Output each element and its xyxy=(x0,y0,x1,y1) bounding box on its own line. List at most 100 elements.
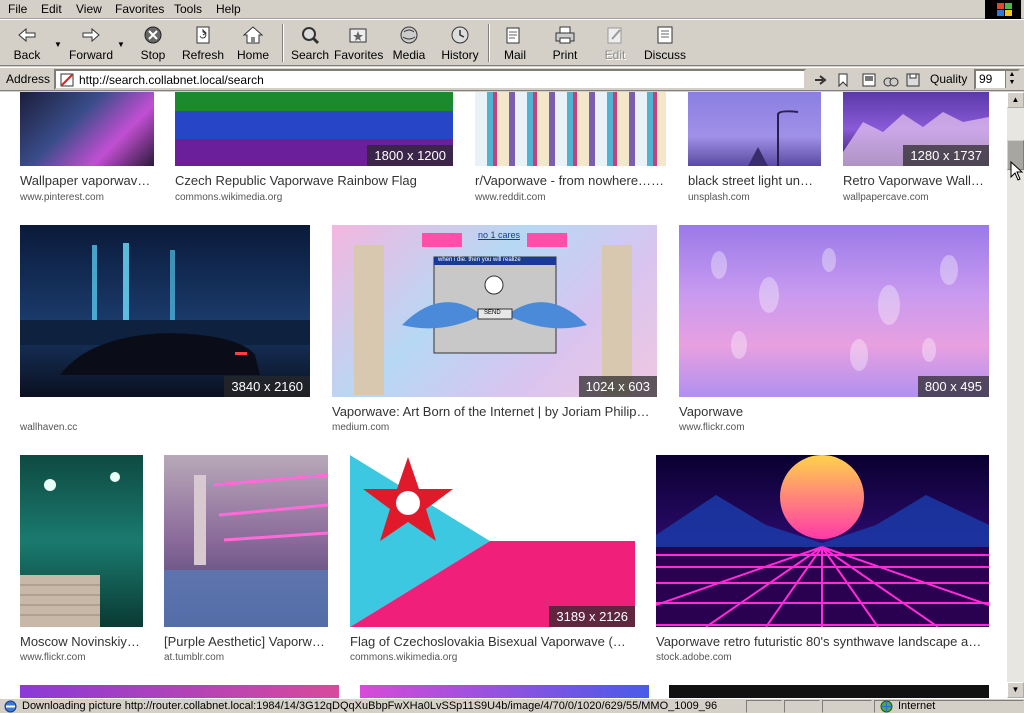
result-tile[interactable]: Wallpaper vaporwave… www.pinterest.com xyxy=(20,92,154,207)
edit-button[interactable]: Edit xyxy=(598,23,632,65)
discuss-button[interactable]: Discuss xyxy=(644,23,686,65)
result-source[interactable]: medium.com xyxy=(332,422,389,433)
search-icon xyxy=(302,27,320,45)
menu-file[interactable]: File xyxy=(8,2,27,16)
result-tile[interactable]: 1800 x 1200 Czech Republic Vaporwave Rai… xyxy=(175,92,453,207)
scroll-up-icon[interactable]: ▲ xyxy=(1007,92,1024,108)
back-dropdown-icon[interactable]: ▼ xyxy=(54,40,62,49)
result-thumbnail[interactable] xyxy=(475,92,666,166)
result-thumbnail[interactable] xyxy=(20,455,143,627)
status-text: Downloading picture http://router.collab… xyxy=(22,700,718,712)
result-thumbnail[interactable]: 3840 x 2160 xyxy=(20,225,310,397)
go-icon[interactable] xyxy=(812,71,830,89)
history-button[interactable]: History xyxy=(440,23,480,65)
favorites-icon xyxy=(349,28,367,43)
result-title[interactable]: black street light un… xyxy=(688,173,821,188)
result-tile[interactable]: black street light un… unsplash.com xyxy=(688,92,821,207)
image-dimensions: 3840 x 2160 xyxy=(224,376,310,397)
result-title[interactable]: Vaporwave retro futuristic 80's synthwav… xyxy=(656,634,989,649)
menu-favorites[interactable]: Favorites xyxy=(115,2,164,16)
menu-view[interactable]: View xyxy=(76,2,102,16)
result-source[interactable]: wallhaven.cc xyxy=(20,422,77,433)
result-source[interactable]: at.tumblr.com xyxy=(164,652,224,663)
result-source[interactable]: commons.wikimedia.org xyxy=(175,192,282,203)
refresh-icon xyxy=(196,26,210,44)
history-icon xyxy=(451,26,469,44)
result-source[interactable]: www.flickr.com xyxy=(20,652,86,663)
stop-button[interactable]: Stop xyxy=(134,23,172,65)
find-icon[interactable] xyxy=(882,71,900,89)
print-button[interactable]: Print xyxy=(548,23,582,65)
result-tile[interactable]: r/Vaporwave - from nowhere…, … www.reddi… xyxy=(475,92,666,207)
back-button[interactable]: Back xyxy=(6,23,48,65)
refresh-button[interactable]: Refresh xyxy=(180,23,226,65)
quality-value: 99 xyxy=(979,72,993,86)
result-source[interactable]: www.flickr.com xyxy=(679,422,745,433)
meme-button-text: SEND xyxy=(484,310,501,316)
result-thumbnail[interactable] xyxy=(669,685,989,698)
result-thumbnail[interactable]: no 1 cares when i die. then you will rea… xyxy=(332,225,657,397)
result-thumbnail[interactable]: 3189 x 2126 xyxy=(350,455,635,627)
address-input[interactable]: http://search.collabnet.local/search xyxy=(54,69,806,90)
media-icon xyxy=(400,26,418,44)
toolbar-separator xyxy=(488,24,490,62)
result-source[interactable]: wallpapercave.com xyxy=(843,192,929,203)
result-title[interactable]: r/Vaporwave - from nowhere…, … xyxy=(475,173,666,188)
result-thumbnail[interactable]: 1800 x 1200 xyxy=(175,92,453,166)
result-title[interactable]: Flag of Czechoslovakia Bisexual Vaporwav… xyxy=(350,634,635,649)
result-tile[interactable]: no 1 cares when i die. then you will rea… xyxy=(332,225,657,435)
search-button[interactable]: Search xyxy=(288,23,332,65)
result-title[interactable]: Wallpaper vaporwave… xyxy=(20,173,154,188)
result-thumbnail[interactable] xyxy=(656,455,989,627)
favorites-button[interactable]: Favorites xyxy=(334,23,383,65)
media-button[interactable]: Media xyxy=(390,23,428,65)
result-thumbnail[interactable]: 1280 x 1737 xyxy=(843,92,989,166)
result-tile[interactable]: Moscow Novinskiy… www.flickr.com xyxy=(20,455,143,667)
save-page-icon[interactable] xyxy=(904,71,922,89)
forward-dropdown-icon[interactable]: ▼ xyxy=(117,40,125,49)
result-tile[interactable]: [Purple Aesthetic] Vaporw… at.tumblr.com xyxy=(164,455,328,667)
mail-button[interactable]: Mail xyxy=(498,23,532,65)
menu-help[interactable]: Help xyxy=(216,2,241,16)
forward-button[interactable]: Forward xyxy=(66,23,116,65)
result-source[interactable]: commons.wikimedia.org xyxy=(350,652,457,663)
result-thumbnail[interactable]: 800 x 495 xyxy=(679,225,989,397)
scroll-down-icon[interactable]: ▼ xyxy=(1007,682,1024,698)
quality-stepper[interactable]: ▲ ▼ xyxy=(1005,71,1018,88)
page-view-icon[interactable] xyxy=(860,71,878,89)
status-panel xyxy=(822,700,872,713)
menu-edit[interactable]: Edit xyxy=(41,2,62,16)
result-title[interactable]: Retro Vaporwave Wall… xyxy=(843,173,989,188)
result-source[interactable]: www.pinterest.com xyxy=(20,192,104,203)
result-source[interactable]: unsplash.com xyxy=(688,192,750,203)
result-title[interactable]: [Purple Aesthetic] Vaporw… xyxy=(164,634,328,649)
quality-input[interactable]: 99 ▲ ▼ xyxy=(974,69,1020,90)
result-thumbnail[interactable] xyxy=(360,685,649,698)
result-tile[interactable]: 1280 x 1737 Retro Vaporwave Wall… wallpa… xyxy=(843,92,989,207)
synthwave-landscape-graphic xyxy=(656,455,989,627)
result-thumbnail[interactable] xyxy=(20,92,154,166)
forward-icon xyxy=(82,27,100,43)
stairs-graphic xyxy=(20,472,120,627)
toolbar-separator xyxy=(282,24,284,62)
result-tile[interactable]: 3840 x 2160 wallhaven.cc xyxy=(20,225,310,435)
result-title[interactable]: Vaporwave xyxy=(679,404,989,419)
result-thumbnail[interactable] xyxy=(688,92,821,166)
result-tile[interactable]: 3189 x 2126 Flag of Czechoslovakia Bisex… xyxy=(350,455,635,667)
result-source[interactable]: stock.adobe.com xyxy=(656,652,732,663)
home-button[interactable]: Home xyxy=(234,23,272,65)
bookmark-icon[interactable] xyxy=(834,71,852,89)
result-title[interactable]: Czech Republic Vaporwave Rainbow Flag xyxy=(175,173,453,188)
result-source[interactable]: www.reddit.com xyxy=(475,192,546,203)
night-car-graphic xyxy=(20,243,310,375)
zone-label: Internet xyxy=(898,700,936,712)
result-thumbnail[interactable] xyxy=(20,685,339,698)
result-thumbnail[interactable] xyxy=(164,455,328,627)
result-tile[interactable]: 800 x 495 Vaporwave www.flickr.com xyxy=(679,225,989,435)
menu-tools[interactable]: Tools xyxy=(174,2,202,16)
result-tile[interactable]: Vaporwave retro futuristic 80's synthwav… xyxy=(656,455,989,667)
result-title[interactable]: Moscow Novinskiy… xyxy=(20,634,143,649)
result-title[interactable]: Vaporwave: Art Born of the Internet | by… xyxy=(332,404,657,419)
vertical-scrollbar[interactable]: ▲ ▼ xyxy=(1007,92,1024,698)
image-dimensions: 1280 x 1737 xyxy=(903,145,989,166)
